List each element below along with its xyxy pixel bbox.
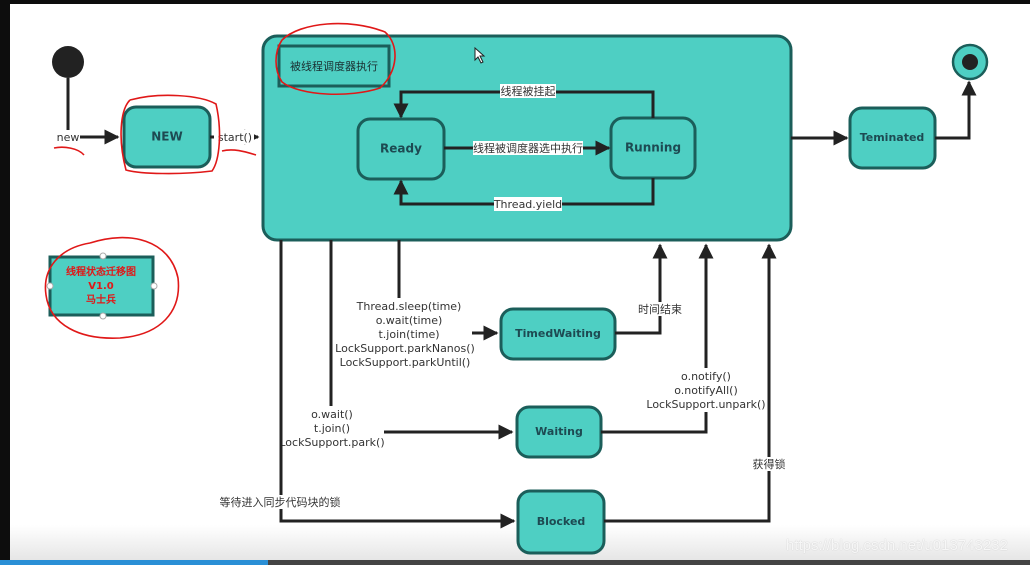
- label-timed-4: LockSupport.parkNanos(): [335, 342, 475, 355]
- annotation-underline-start: [221, 149, 257, 156]
- title-line-3: 马士兵: [86, 293, 116, 306]
- state-ready[interactable]: Ready: [356, 117, 446, 181]
- label-wait-lock: 等待进入同步代码块的锁: [220, 495, 341, 509]
- label-yield: Thread.yield: [493, 198, 562, 211]
- state-timed-waiting[interactable]: TimedWaiting: [499, 307, 617, 361]
- label-new: new: [57, 131, 80, 144]
- state-terminated[interactable]: Teminated: [848, 106, 937, 170]
- resize-handle-bottom[interactable]: [99, 312, 107, 320]
- label-timed-2: o.wait(time): [376, 314, 443, 327]
- video-progress-bar[interactable]: [0, 560, 1030, 565]
- label-time-up: 时间结束: [638, 303, 682, 316]
- label-notify-1: o.notify(): [681, 370, 731, 383]
- state-waiting[interactable]: Waiting: [515, 405, 603, 459]
- label-notify-3: LockSupport.unpark(): [646, 398, 765, 411]
- label-wait-3: LockSupport.park(): [279, 436, 384, 449]
- edge-timed-waiting-return: [615, 243, 668, 335]
- state-running[interactable]: Running: [609, 116, 697, 180]
- state-diagram: new NEW start() 被线程调度器执行 Ready Running 线…: [44, 22, 989, 555]
- state-blocked[interactable]: Blocked: [516, 489, 606, 555]
- resize-handle-top[interactable]: [99, 252, 107, 260]
- label-notify-2: o.notifyAll(): [674, 384, 738, 397]
- state-waiting-label: Waiting: [535, 425, 583, 438]
- edge-to-final: [935, 80, 977, 140]
- label-timed-5: LockSupport.parkUntil(): [340, 356, 471, 369]
- label-got-lock: 获得锁: [753, 457, 786, 471]
- state-new-label: NEW: [151, 130, 182, 144]
- label-timed-1: Thread.sleep(time): [356, 300, 462, 313]
- label-wait-1: o.wait(): [311, 408, 353, 421]
- composite-label: 被线程调度器执行: [290, 59, 378, 73]
- label-wait-2: t.join(): [314, 422, 350, 435]
- label-start: start(): [218, 131, 252, 144]
- title-box[interactable]: 线程状态迁移图 V1.0 马士兵: [46, 252, 158, 320]
- watermark: https://blog.csdn.net/u013743232: [786, 537, 1008, 554]
- label-scheduled: 线程被调度器选中执行: [473, 141, 583, 155]
- final-state: [951, 43, 989, 81]
- state-blocked-label: Blocked: [537, 515, 586, 528]
- annotation-underline-new: [53, 146, 85, 156]
- resize-handle-left[interactable]: [46, 282, 54, 290]
- state-new[interactable]: NEW: [122, 105, 212, 169]
- video-progress-fill: [0, 560, 268, 565]
- state-timed-waiting-label: TimedWaiting: [515, 327, 601, 340]
- state-running-label: Running: [625, 141, 681, 155]
- title-line-1: 线程状态迁移图: [66, 265, 136, 278]
- label-timed-3: t.join(time): [378, 328, 439, 341]
- state-terminated-label: Teminated: [860, 131, 925, 144]
- resize-handle-right[interactable]: [150, 282, 158, 290]
- edge-initial-to-new: [66, 78, 120, 145]
- title-line-2: V1.0: [88, 281, 113, 292]
- state-ready-label: Ready: [380, 142, 422, 156]
- initial-state-dot: [52, 46, 84, 78]
- label-suspend: 线程被挂起: [501, 84, 556, 98]
